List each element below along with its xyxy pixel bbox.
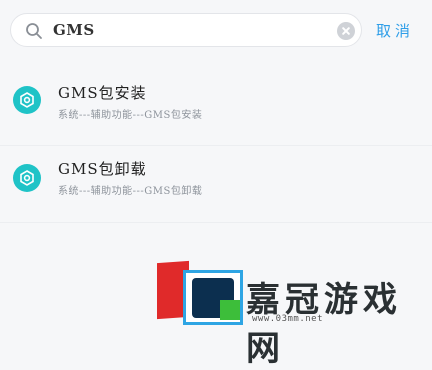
result-subtitle: 系统---辅助功能---GMS包安装 bbox=[58, 110, 203, 121]
result-item-gms-uninstall[interactable]: GMS包卸载 系统---辅助功能---GMS包卸载 bbox=[0, 146, 432, 222]
cancel-button[interactable]: 取消 bbox=[376, 20, 414, 41]
gear-icon bbox=[13, 86, 41, 114]
result-subtitle: 系统---辅助功能---GMS包卸载 bbox=[58, 186, 203, 197]
search-bar[interactable]: GMS bbox=[10, 13, 362, 47]
result-title: GMS包安装 bbox=[58, 84, 147, 102]
gear-icon bbox=[13, 164, 41, 192]
search-icon bbox=[26, 23, 42, 39]
divider bbox=[0, 222, 432, 223]
clear-search-icon[interactable] bbox=[337, 22, 355, 40]
watermark-logo-green-square bbox=[220, 300, 240, 320]
result-item-gms-install[interactable]: GMS包安装 系统---辅助功能---GMS包安装 bbox=[0, 70, 432, 146]
search-input[interactable]: GMS bbox=[53, 21, 95, 39]
watermark-url: www.03mm.net bbox=[252, 314, 324, 324]
result-title: GMS包卸载 bbox=[58, 160, 147, 178]
